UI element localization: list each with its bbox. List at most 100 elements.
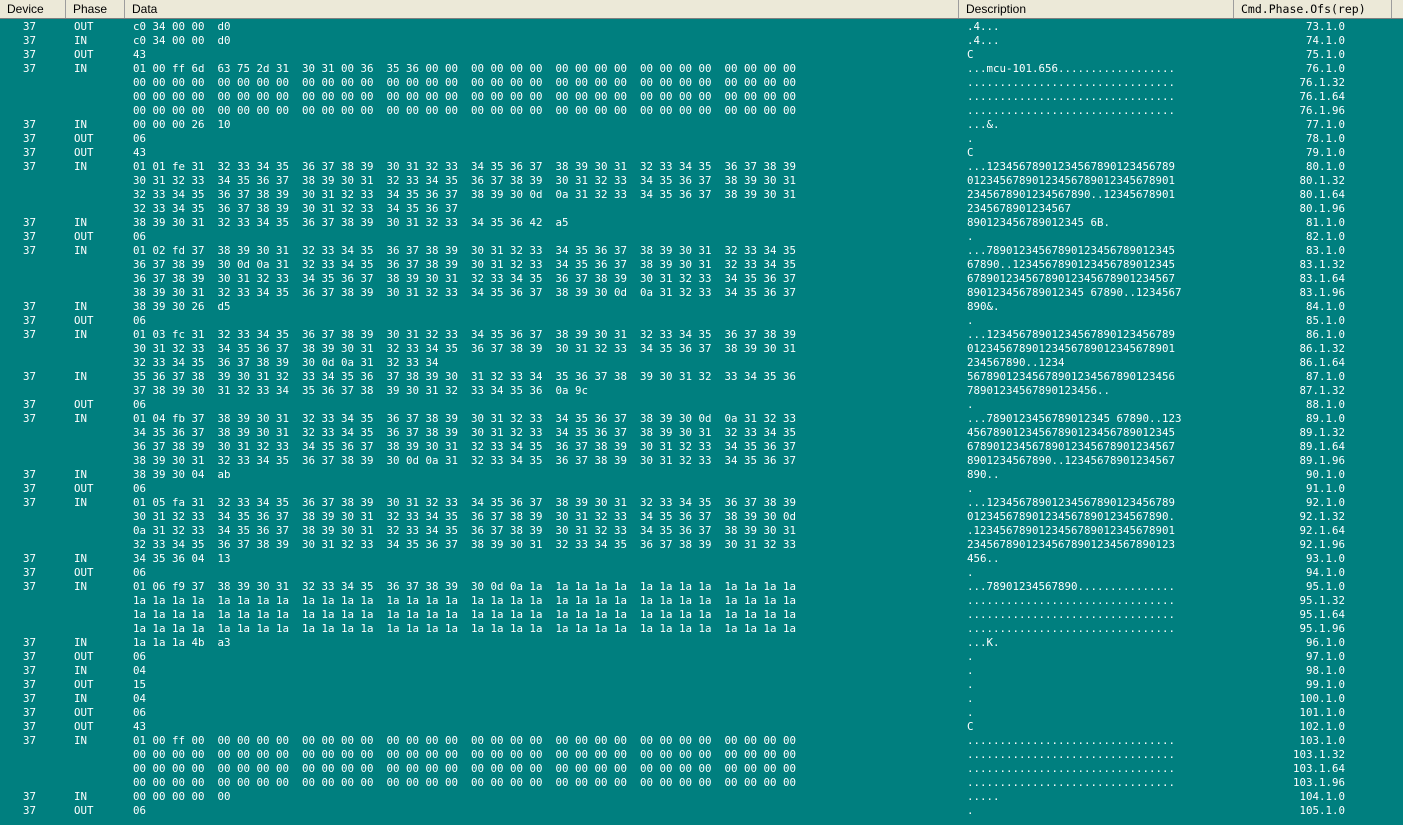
cell-description: ...12345678901234567890123456789 <box>967 328 1176 341</box>
cell-device: 37 <box>23 552 37 565</box>
column-header-device[interactable]: Device <box>0 0 66 18</box>
cell-cmd-phase-ofs: 89.1.0 <box>1305 412 1345 425</box>
table-row[interactable]: 30 31 32 33 34 35 36 37 38 39 30 31 32 3… <box>0 174 1403 188</box>
table-row[interactable]: 37 38 39 30 31 32 33 34 35 36 37 38 39 3… <box>0 384 1403 398</box>
table-row[interactable]: 37 OUT 43 C 75.1.0 <box>0 48 1403 62</box>
column-header-phase[interactable]: Phase <box>66 0 125 18</box>
table-row[interactable]: 37 IN 38 39 30 04 ab 890.. 90.1.0 <box>0 468 1403 482</box>
cell-cmd-phase-ofs: 80.1.96 <box>1299 202 1345 215</box>
table-row[interactable]: 37 OUT 43 C 79.1.0 <box>0 146 1403 160</box>
table-row[interactable]: 37 IN 01 06 f9 37 38 39 30 31 32 33 34 35 … <box>0 580 1403 594</box>
cell-data: 1a 1a 1a 4b a3 <box>133 636 231 649</box>
table-row[interactable]: 37 IN 04. 98.1.0 <box>0 664 1403 678</box>
table-row[interactable]: 00 00 00 00 00 00 00 00 00 00 00 00 00 0… <box>0 90 1403 104</box>
cell-data: c0 34 00 00 d0 <box>133 34 231 47</box>
cell-cmd-phase-ofs: 73.1.0 <box>1305 20 1345 33</box>
table-row[interactable]: 34 35 36 37 38 39 30 31 32 33 34 35 36 3… <box>0 426 1403 440</box>
table-row[interactable]: 37 IN 38 39 30 31 32 33 34 35 36 37 38 39 … <box>0 216 1403 230</box>
table-row[interactable]: 37 OUT 06. 78.1.0 <box>0 132 1403 146</box>
column-header-data[interactable]: Data <box>125 0 959 18</box>
cell-cmd-phase-ofs: 89.1.32 <box>1299 426 1345 439</box>
table-row[interactable]: 37 IN 01 00 ff 00 00 00 00 00 00 00 00 00 … <box>0 734 1403 748</box>
cell-description: . <box>967 398 974 411</box>
cell-cmd-phase-ofs: 83.1.0 <box>1305 244 1345 257</box>
table-row[interactable]: 30 31 32 33 34 35 36 37 38 39 30 31 32 3… <box>0 342 1403 356</box>
table-row[interactable]: 38 39 30 31 32 33 34 35 36 37 38 39 30 3… <box>0 286 1403 300</box>
table-row[interactable]: 37 IN 34 35 36 04 13 456.. 93.1.0 <box>0 552 1403 566</box>
table-row[interactable]: 1a 1a 1a 1a 1a 1a 1a 1a 1a 1a 1a 1a 1a 1… <box>0 622 1403 636</box>
cell-cmd-phase-ofs: 80.1.64 <box>1299 188 1345 201</box>
cell-description: ...mcu-101.656.................. <box>967 62 1176 75</box>
table-row[interactable]: 37 OUT 06. 88.1.0 <box>0 398 1403 412</box>
cell-phase: IN <box>74 412 88 425</box>
cell-cmd-phase-ofs: 95.1.64 <box>1299 608 1345 621</box>
table-row[interactable]: 37 IN 01 02 fd 37 38 39 30 31 32 33 34 35 … <box>0 244 1403 258</box>
table-row[interactable]: 37 OUT 06. 91.1.0 <box>0 482 1403 496</box>
table-row[interactable]: 00 00 00 00 00 00 00 00 00 00 00 00 00 0… <box>0 104 1403 118</box>
cell-description: C <box>967 720 974 733</box>
table-row[interactable]: 37 OUT 06. 101.1.0 <box>0 706 1403 720</box>
table-row[interactable]: 1a 1a 1a 1a 1a 1a 1a 1a 1a 1a 1a 1a 1a 1… <box>0 608 1403 622</box>
cell-cmd-phase-ofs: 79.1.0 <box>1305 146 1345 159</box>
cell-device: 37 <box>23 132 37 145</box>
table-row[interactable]: 30 31 32 33 34 35 36 37 38 39 30 31 32 3… <box>0 510 1403 524</box>
cell-cmd-phase-ofs: 105.1.0 <box>1299 804 1345 817</box>
table-row[interactable]: 37 IN 01 03 fc 31 32 33 34 35 36 37 38 39 … <box>0 328 1403 342</box>
table-row[interactable]: 37 OUT c0 34 00 00 d0 .4... 73.1.0 <box>0 20 1403 34</box>
cell-phase: OUT <box>74 804 94 817</box>
table-row[interactable]: 37 IN 00 00 00 00 00..... 104.1.0 <box>0 790 1403 804</box>
cell-cmd-phase-ofs: 92.1.32 <box>1299 510 1345 523</box>
table-row[interactable]: 37 OUT 06. 97.1.0 <box>0 650 1403 664</box>
column-header-description[interactable]: Description <box>959 0 1234 18</box>
table-row[interactable]: 37 OUT 15. 99.1.0 <box>0 678 1403 692</box>
table-row[interactable]: 37 IN 38 39 30 26 d5 890&. 84.1.0 <box>0 300 1403 314</box>
cell-data: 32 33 34 35 36 37 38 39 30 31 32 33 34 3… <box>133 188 797 201</box>
cell-description: . <box>967 678 974 691</box>
table-row[interactable]: 37 IN 01 00 ff 6d 63 75 2d 31 30 31 00 36 … <box>0 62 1403 76</box>
cell-device: 37 <box>23 650 37 663</box>
cell-description: . <box>967 692 974 705</box>
table-row[interactable]: 37 IN 01 04 fb 37 38 39 30 31 32 33 34 35 … <box>0 412 1403 426</box>
table-row[interactable]: 38 39 30 31 32 33 34 35 36 37 38 39 30 0… <box>0 454 1403 468</box>
table-row[interactable]: 37 IN 1a 1a 1a 4b a3 ...K. 96.1.0 <box>0 636 1403 650</box>
cell-cmd-phase-ofs: 76.1.96 <box>1299 104 1345 117</box>
cell-cmd-phase-ofs: 104.1.0 <box>1299 790 1345 803</box>
table-row[interactable]: 36 37 38 39 30 31 32 33 34 35 36 37 38 3… <box>0 440 1403 454</box>
cell-device: 37 <box>23 566 37 579</box>
cell-phase: OUT <box>74 720 94 733</box>
cell-description: 78901234567890123456.. <box>967 384 1111 397</box>
table-row[interactable]: 00 00 00 00 00 00 00 00 00 00 00 00 00 0… <box>0 776 1403 790</box>
table-row[interactable]: 37 IN 00 00 00 26 10 ...&. 77.1.0 <box>0 118 1403 132</box>
table-row[interactable]: 32 33 34 35 36 37 38 39 30 31 32 33 34 3… <box>0 188 1403 202</box>
cell-phase: IN <box>74 216 88 229</box>
cell-cmd-phase-ofs: 87.1.0 <box>1305 370 1345 383</box>
table-row[interactable]: 37 IN 01 05 fa 31 32 33 34 35 36 37 38 39 … <box>0 496 1403 510</box>
table-row[interactable]: 37 OUT 06. 94.1.0 <box>0 566 1403 580</box>
cell-description: .4... <box>967 34 1000 47</box>
table-row[interactable]: 00 00 00 00 00 00 00 00 00 00 00 00 00 0… <box>0 76 1403 90</box>
table-row[interactable]: 00 00 00 00 00 00 00 00 00 00 00 00 00 0… <box>0 762 1403 776</box>
table-row[interactable]: 0a 31 32 33 34 35 36 37 38 39 30 31 32 3… <box>0 524 1403 538</box>
table-row[interactable]: 36 37 38 39 30 31 32 33 34 35 36 37 38 3… <box>0 272 1403 286</box>
cell-description: 456.. <box>967 552 1000 565</box>
cell-data: 00 00 00 00 00 <box>133 790 231 803</box>
cell-device: 37 <box>23 370 37 383</box>
table-row[interactable]: 37 IN 01 01 fe 31 32 33 34 35 36 37 38 39 … <box>0 160 1403 174</box>
column-header-bar: Device Phase Data Description Cmd.Phase.… <box>0 0 1403 19</box>
table-row[interactable]: 37 IN 35 36 37 38 39 30 31 32 33 34 35 36 … <box>0 370 1403 384</box>
table-row[interactable]: 37 OUT 06. 82.1.0 <box>0 230 1403 244</box>
column-header-cmd-phase-ofs[interactable]: Cmd.Phase.Ofs(rep) <box>1234 0 1392 18</box>
table-row[interactable]: 37 OUT 43 C 102.1.0 <box>0 720 1403 734</box>
table-row[interactable]: 1a 1a 1a 1a 1a 1a 1a 1a 1a 1a 1a 1a 1a 1… <box>0 594 1403 608</box>
cell-description: ...78901234567890............... <box>967 580 1176 593</box>
table-row[interactable]: 36 37 38 39 30 0d 0a 31 32 33 34 35 36 3… <box>0 258 1403 272</box>
table-row[interactable]: 32 33 34 35 36 37 38 39 30 0d 0a 31 32 3… <box>0 356 1403 370</box>
table-row[interactable]: 37 OUT 06. 105.1.0 <box>0 804 1403 818</box>
table-row[interactable]: 32 33 34 35 36 37 38 39 30 31 32 33 34 3… <box>0 538 1403 552</box>
table-row[interactable]: 37 IN 04. 100.1.0 <box>0 692 1403 706</box>
table-row[interactable]: 37 IN c0 34 00 00 d0 .4... 74.1.0 <box>0 34 1403 48</box>
table-row[interactable]: 37 OUT 06. 85.1.0 <box>0 314 1403 328</box>
table-row[interactable]: 00 00 00 00 00 00 00 00 00 00 00 00 00 0… <box>0 748 1403 762</box>
cell-data: 0a 31 32 33 34 35 36 37 38 39 30 31 32 3… <box>133 524 797 537</box>
table-row[interactable]: 32 33 34 35 36 37 38 39 30 31 32 33 34 3… <box>0 202 1403 216</box>
